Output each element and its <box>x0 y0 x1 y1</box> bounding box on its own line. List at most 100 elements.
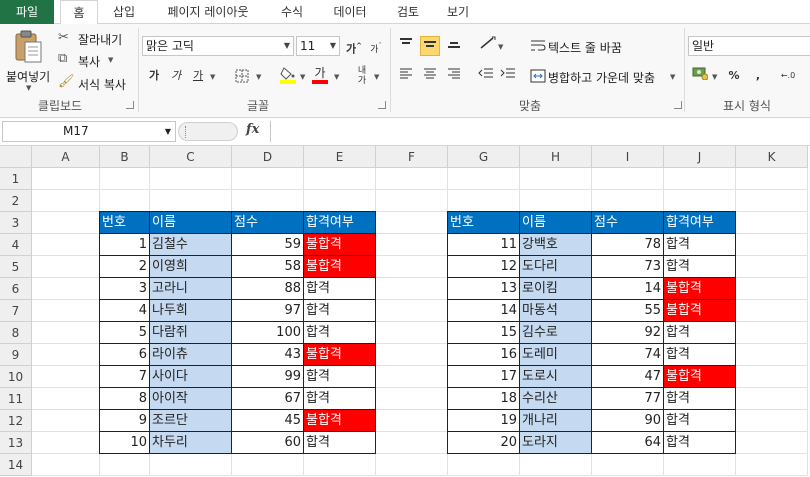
cell[interactable] <box>32 410 100 432</box>
table-cell-result[interactable]: 불합격 <box>304 256 376 278</box>
table-cell-score[interactable]: 92 <box>592 322 664 344</box>
decrease-indent-icon[interactable] <box>476 66 496 86</box>
merge-center-button[interactable]: 병합하고 가운데 맞춤 ▼ <box>530 66 680 86</box>
cell[interactable] <box>448 454 520 476</box>
cell[interactable] <box>376 168 448 190</box>
table-cell-result[interactable]: 합격 <box>304 388 376 410</box>
row-header[interactable]: 1 <box>0 168 32 190</box>
cell[interactable] <box>32 168 100 190</box>
formula-bar-handle[interactable] <box>178 122 238 141</box>
underline-button[interactable]: 가 <box>188 66 208 86</box>
cell[interactable] <box>736 344 808 366</box>
orientation-dropdown-icon[interactable]: ▼ <box>498 43 503 51</box>
table-cell-number[interactable]: 7 <box>100 366 150 388</box>
row-header[interactable]: 13 <box>0 432 32 454</box>
table-cell-score[interactable]: 64 <box>592 432 664 454</box>
table-cell-number[interactable]: 13 <box>448 278 520 300</box>
table-cell-score[interactable]: 43 <box>232 344 304 366</box>
table-cell-score[interactable]: 90 <box>592 410 664 432</box>
cell[interactable] <box>376 344 448 366</box>
table-cell-name[interactable]: 개나리 <box>520 410 592 432</box>
cell[interactable] <box>736 168 808 190</box>
cell[interactable] <box>376 366 448 388</box>
table-cell-name[interactable]: 로이킴 <box>520 278 592 300</box>
table-cell-name[interactable]: 나두희 <box>150 300 232 322</box>
table-cell-name[interactable]: 고라니 <box>150 278 232 300</box>
column-header[interactable]: C <box>150 146 232 168</box>
table-cell-name[interactable]: 도로시 <box>520 366 592 388</box>
cell[interactable] <box>304 168 376 190</box>
table-cell-result[interactable]: 불합격 <box>664 300 736 322</box>
table-header[interactable]: 이름 <box>520 212 592 234</box>
tab-view[interactable]: 보기 <box>436 0 480 24</box>
table-cell-result[interactable]: 불합격 <box>664 278 736 300</box>
cell[interactable] <box>232 168 304 190</box>
table-cell-number[interactable]: 5 <box>100 322 150 344</box>
clipboard-launcher-icon[interactable] <box>126 101 134 109</box>
cell[interactable] <box>32 432 100 454</box>
align-left-icon[interactable] <box>396 66 416 86</box>
cell[interactable] <box>448 168 520 190</box>
increase-indent-icon[interactable] <box>498 66 518 86</box>
tab-insert[interactable]: 삽입 <box>102 0 146 24</box>
table-cell-score[interactable]: 45 <box>232 410 304 432</box>
table-cell-name[interactable]: 차두리 <box>150 432 232 454</box>
table-cell-name[interactable]: 다람쥐 <box>150 322 232 344</box>
column-header[interactable]: G <box>448 146 520 168</box>
table-cell-number[interactable]: 6 <box>100 344 150 366</box>
cell[interactable] <box>32 366 100 388</box>
table-cell-number[interactable]: 12 <box>448 256 520 278</box>
table-cell-number[interactable]: 3 <box>100 278 150 300</box>
align-top-icon[interactable] <box>396 36 416 56</box>
table-header[interactable]: 점수 <box>232 212 304 234</box>
row-header[interactable]: 6 <box>0 278 32 300</box>
fill-color-dropdown-icon[interactable]: ▼ <box>300 73 305 81</box>
cell[interactable] <box>376 322 448 344</box>
cell[interactable] <box>100 454 150 476</box>
cell[interactable] <box>736 190 808 212</box>
table-cell-name[interactable]: 김철수 <box>150 234 232 256</box>
row-header[interactable]: 10 <box>0 366 32 388</box>
cell[interactable] <box>232 454 304 476</box>
cell[interactable] <box>376 256 448 278</box>
row-header[interactable]: 8 <box>0 322 32 344</box>
table-cell-name[interactable]: 아이작 <box>150 388 232 410</box>
table-cell-number[interactable]: 18 <box>448 388 520 410</box>
table-cell-result[interactable]: 합격 <box>664 432 736 454</box>
column-header[interactable]: J <box>664 146 736 168</box>
format-painter-button[interactable]: 🖌 서식 복사 <box>58 74 134 93</box>
cell[interactable] <box>376 190 448 212</box>
table-cell-score[interactable]: 47 <box>592 366 664 388</box>
table-cell-result[interactable]: 합격 <box>664 410 736 432</box>
cell[interactable] <box>376 454 448 476</box>
font-color-icon[interactable]: 가 <box>310 66 330 86</box>
table-cell-number[interactable]: 15 <box>448 322 520 344</box>
font-launcher-icon[interactable] <box>378 101 386 109</box>
cell[interactable] <box>32 278 100 300</box>
table-header[interactable]: 합격여부 <box>664 212 736 234</box>
cell[interactable] <box>32 322 100 344</box>
table-cell-number[interactable]: 2 <box>100 256 150 278</box>
table-cell-number[interactable]: 1 <box>100 234 150 256</box>
row-header[interactable]: 14 <box>0 454 32 476</box>
bold-button[interactable]: 가 <box>144 66 164 86</box>
table-cell-score[interactable]: 100 <box>232 322 304 344</box>
cell[interactable] <box>376 212 448 234</box>
table-cell-result[interactable]: 합격 <box>304 366 376 388</box>
row-header[interactable]: 7 <box>0 300 32 322</box>
cell[interactable] <box>32 388 100 410</box>
cell[interactable] <box>304 454 376 476</box>
table-cell-result[interactable]: 합격 <box>304 278 376 300</box>
comma-style-button[interactable]: , <box>748 66 768 86</box>
cell[interactable] <box>232 190 304 212</box>
font-size-combo[interactable]: 11 ▼ <box>296 36 340 56</box>
table-cell-number[interactable]: 9 <box>100 410 150 432</box>
alignment-launcher-icon[interactable] <box>674 101 682 109</box>
align-center-icon[interactable] <box>420 66 440 86</box>
column-header[interactable]: K <box>736 146 808 168</box>
increase-font-size-icon[interactable]: 가^ <box>344 36 364 56</box>
cell[interactable] <box>664 190 736 212</box>
align-right-icon[interactable] <box>444 66 464 86</box>
cell[interactable] <box>736 432 808 454</box>
orientation-icon[interactable] <box>478 36 498 56</box>
